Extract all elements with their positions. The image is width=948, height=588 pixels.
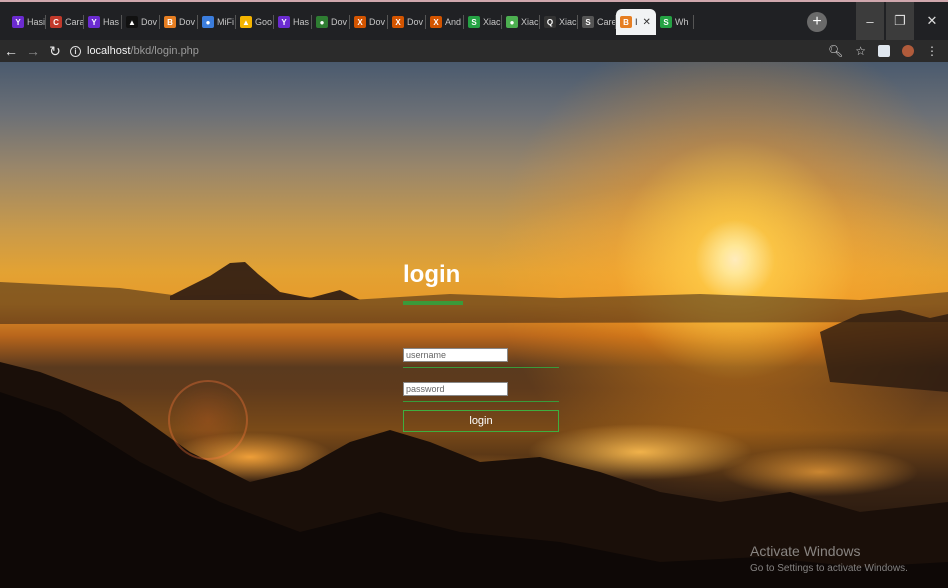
window-controls: – ❐ ✕ [856,2,948,40]
browser-tab[interactable]: S Wh [656,9,694,35]
forward-arrow-icon[interactable]: → [22,40,44,62]
tab-close-icon[interactable]: ✕ [643,17,651,28]
reload-icon[interactable]: ↻ [44,40,66,62]
tab-title: Xiac [521,17,539,27]
browser-tab[interactable]: C Cara [46,9,84,35]
activate-windows-title: Activate Windows [750,543,861,559]
login-title: login [403,261,461,288]
address-bar[interactable]: i localhost/bkd/login.php [70,42,828,60]
browser-tab[interactable]: X Dov [350,9,388,35]
mountain-silhouettes [0,262,948,588]
tab-title: Care [597,17,616,27]
activate-windows-watermark: Activate Windows Go to Settings to activ… [750,543,908,574]
url-host: localhost [87,45,131,57]
yahoo-icon: Y [12,16,24,28]
bookmark-star-icon[interactable]: ☆ [855,44,866,58]
browser-tab[interactable]: X Dov [388,9,426,35]
tab-title: And [445,17,462,27]
browser-tab[interactable]: ● MiFi [198,9,236,35]
google-drive-icon: ▲ [240,16,252,28]
browser-tab[interactable]: ● Xiac [502,9,540,35]
whatsapp-icon: S [660,16,672,28]
login-button[interactable]: login [403,410,559,432]
tab-title: Dov [369,17,386,27]
toolbar-actions: 🔍︎ ☆ ⋮ [828,44,938,58]
browser-tab[interactable]: S Care [578,9,616,35]
tab-title: Dov [407,17,424,27]
zoom-icon[interactable]: 🔍︎ [828,44,843,58]
browser-tab[interactable]: B Dov [160,9,198,35]
download-icon: ▲ [126,16,138,28]
download-icon: B [164,16,176,28]
tab-title: Xiac [559,17,577,27]
browser-tab[interactable]: ▲ Goo [236,9,274,35]
profile-avatar[interactable] [902,45,914,57]
location-icon: Q [544,16,556,28]
browser-tab[interactable]: Y Hasi [8,9,46,35]
tab-title: Wh [675,17,689,27]
extension-icon[interactable] [878,45,890,57]
tab-title: Dov [141,17,158,27]
info-icon[interactable]: i [70,45,81,57]
minimize-icon[interactable]: – [856,2,884,40]
title-underline [403,301,463,305]
restore-icon[interactable]: ❐ [886,2,914,40]
browser-tab-strip: Y Hasi C Cara Y Has ▲ Dov B Dov ● MiFi ▲ Goo Y Has ● Dov X… [0,0,948,40]
password-input[interactable] [403,382,508,396]
username-input[interactable] [403,348,508,362]
browser-tab[interactable]: X And [426,9,464,35]
url-path: /bkd/login.php [130,45,199,57]
browser-tab[interactable]: ● Dov [312,9,350,35]
menu-dots-icon[interactable]: ⋮ [926,44,938,58]
browser-tab[interactable]: Y Has [84,9,122,35]
x-icon: X [354,16,366,28]
x-icon: X [392,16,404,28]
tab-title: Hasi [27,17,46,27]
tab-title: Dov [331,17,348,27]
lens-flare [168,380,248,460]
tab-title: Has [293,17,310,27]
carousell-icon: C [50,16,62,28]
tab-title: Goo [255,17,273,27]
close-window-icon[interactable]: ✕ [916,2,948,40]
browser-tab[interactable]: ▲ Dov [122,9,160,35]
page-viewport: login login Activate Windows Go to Setti… [0,62,948,588]
browser-tab[interactable]: Y Has [274,9,312,35]
tab-title: Cara [65,17,84,27]
url-text[interactable]: localhost/bkd/login.php [87,45,199,57]
username-underline [403,367,559,368]
yahoo-icon: Y [88,16,100,28]
password-underline [403,401,559,402]
globe-icon: S [582,16,594,28]
browser-toolbar: ← → ↻ i localhost/bkd/login.php 🔍︎ ☆ ⋮ [0,40,948,62]
download-icon: ● [316,16,328,28]
new-tab-button[interactable]: + [807,12,827,32]
activate-windows-hint: Go to Settings to activate Windows. [750,563,908,574]
globe-icon: ● [202,16,214,28]
tab-title: Xiac [483,17,501,27]
back-arrow-icon[interactable]: ← [0,40,22,62]
leaf-icon: ● [506,16,518,28]
yahoo-icon: Y [278,16,290,28]
tab-title: Dov [179,17,196,27]
whatsapp-icon: S [468,16,480,28]
website-icon: B [620,16,632,28]
tab-title: MiFi [217,17,234,27]
browser-tab[interactable]: Q Xiac [540,9,578,35]
browser-tab[interactable]: B I ✕ [616,9,656,35]
tab-title: I [635,17,638,27]
tab-list: Y Hasi C Cara Y Has ▲ Dov B Dov ● MiFi ▲ Goo Y Has ● Dov X… [8,9,694,35]
x-icon: X [430,16,442,28]
tab-title: Has [103,17,120,27]
browser-tab[interactable]: S Xiac [464,9,502,35]
